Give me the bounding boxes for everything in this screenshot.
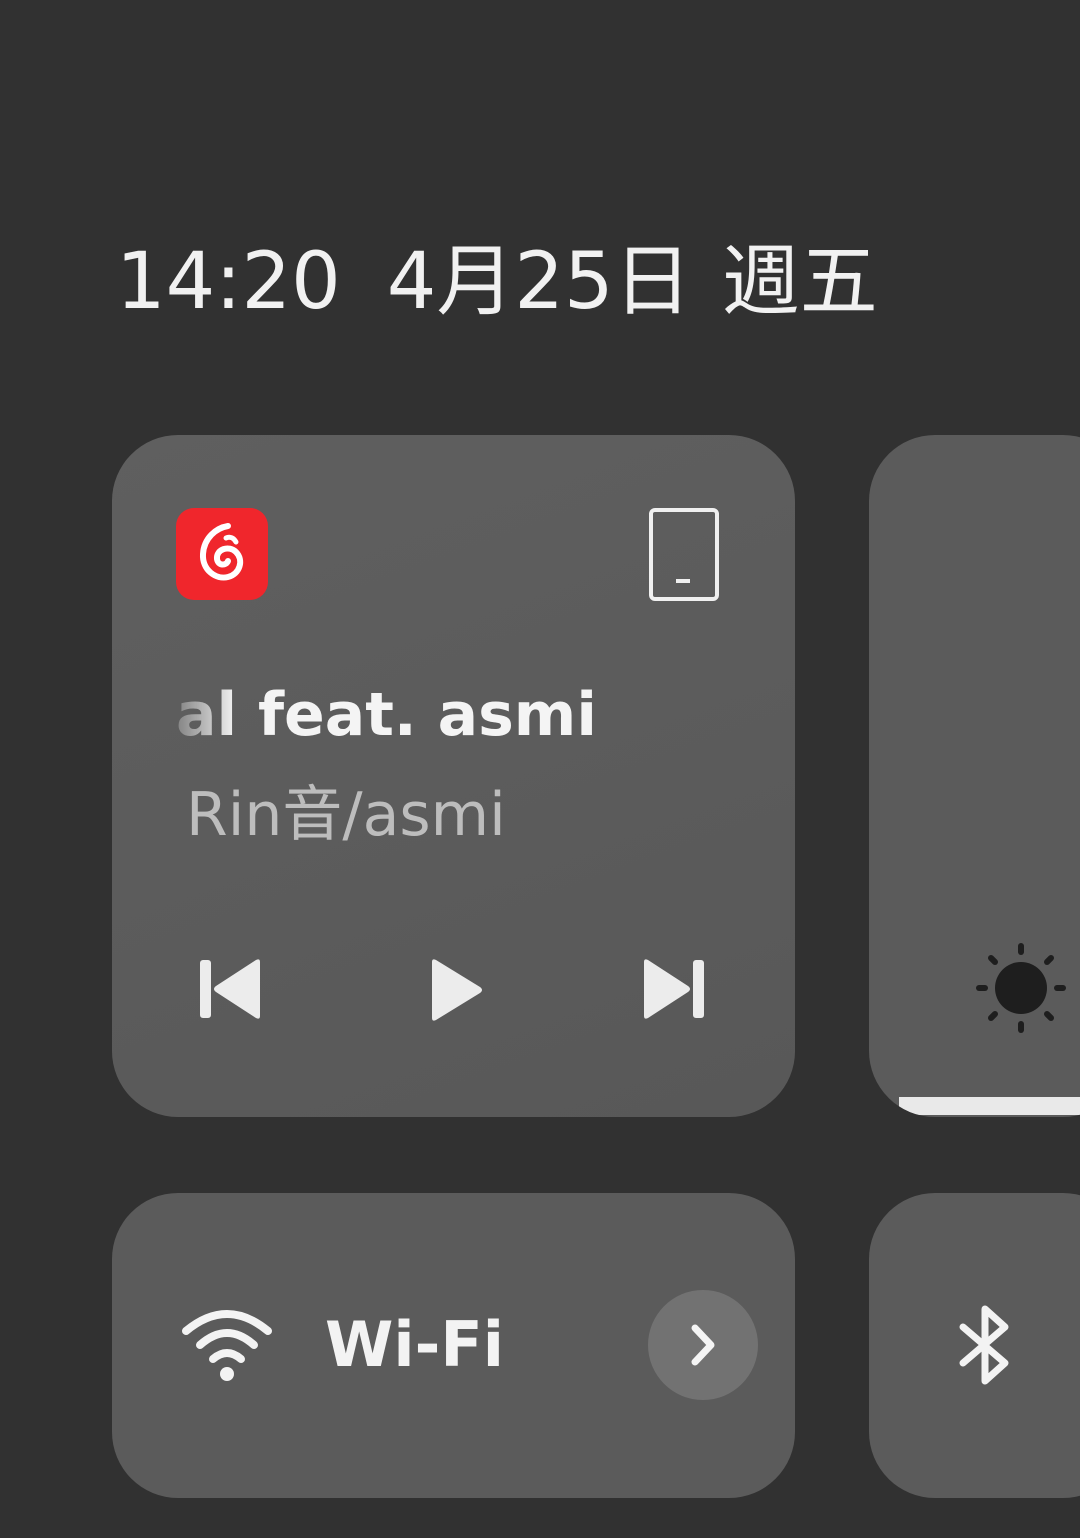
song-title: al feat. asmi	[176, 680, 597, 750]
play-button[interactable]	[414, 950, 494, 1030]
weekday-label: 週五	[721, 237, 878, 327]
wifi-details-button[interactable]	[648, 1290, 758, 1400]
brightness-icon	[973, 940, 1069, 1036]
bluetooth-toggle-card[interactable]	[869, 1193, 1080, 1498]
clock-time: 14:20	[116, 237, 341, 327]
netease-cloud-music-icon[interactable]	[176, 508, 268, 600]
date-label: 4月25日	[386, 237, 692, 327]
brightness-level-bar[interactable]	[869, 1097, 1080, 1117]
skip-previous-button[interactable]	[190, 950, 270, 1030]
skip-next-icon	[644, 959, 704, 1019]
skip-previous-icon	[200, 959, 260, 1019]
media-player-card[interactable]: al feat. asmi Rin音/asmi	[112, 435, 795, 1117]
wifi-label: Wi-Fi	[325, 1308, 504, 1381]
phone-output-icon[interactable]	[648, 507, 720, 602]
chevron-right-icon	[691, 1324, 715, 1366]
control-center: 14:20 4月25日 週五 al feat. asmi Rin音/asmi W…	[0, 0, 1080, 1538]
song-artist: Rin音/asmi	[186, 780, 506, 850]
wifi-icon	[182, 1305, 272, 1385]
wifi-toggle-card[interactable]: Wi-Fi	[112, 1193, 795, 1498]
brightness-slider-card[interactable]	[869, 435, 1080, 1117]
skip-next-button[interactable]	[634, 950, 714, 1030]
brightness-level-fill	[899, 1097, 1080, 1115]
bluetooth-icon	[955, 1303, 1017, 1387]
date-time-header: 14:20 4月25日 週五	[116, 232, 878, 332]
play-icon	[432, 959, 482, 1021]
